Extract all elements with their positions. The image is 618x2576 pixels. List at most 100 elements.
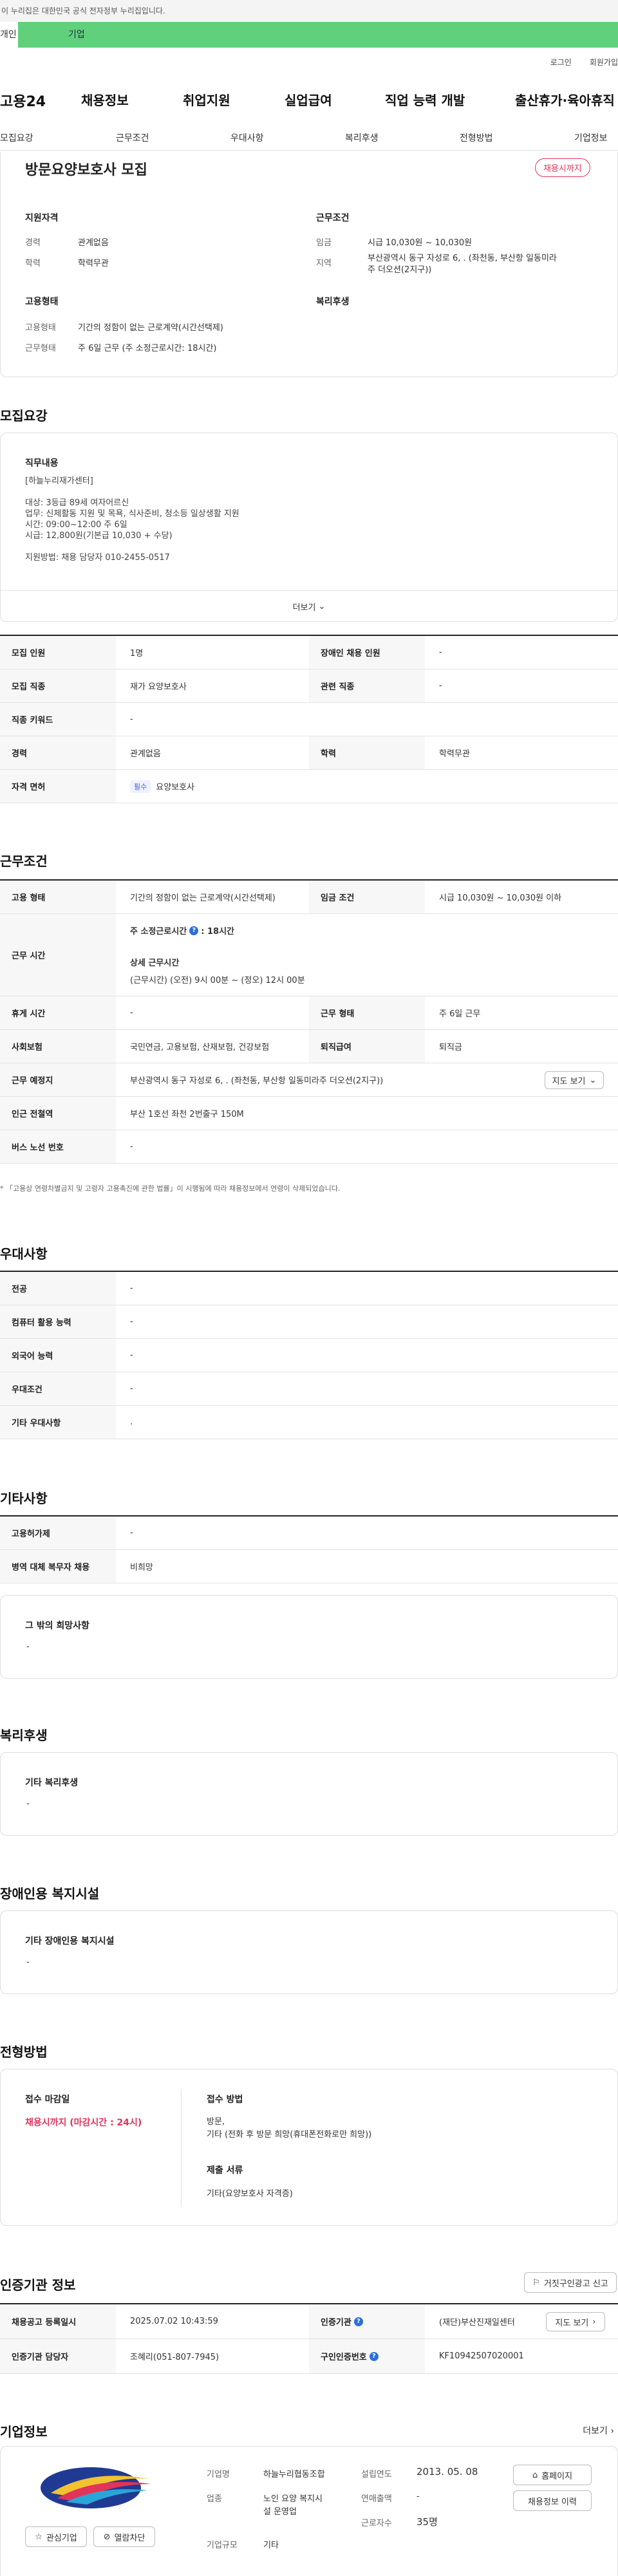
block-button[interactable]: ⊘ 열람차단 bbox=[93, 2526, 155, 2547]
emp-title: 고용형태 bbox=[25, 297, 59, 307]
snav-selection[interactable]: 전형방법 bbox=[460, 131, 493, 144]
th-career: 경력 bbox=[0, 736, 116, 769]
table-row: 고용 형태 기간의 정함이 없는 근로계약(시간선택제) 임금 조건 시급 10… bbox=[0, 881, 618, 914]
home-icon: ⌂ bbox=[532, 2470, 538, 2480]
td-pref-cond: - bbox=[130, 1384, 133, 1394]
snav-welfare[interactable]: 복리후생 bbox=[345, 131, 379, 144]
info-icon[interactable]: ? bbox=[369, 2351, 379, 2361]
td-emp: 기간의 정함이 없는 근로계약(시간선택제) bbox=[130, 893, 276, 903]
disabled-box-value: - bbox=[26, 1957, 30, 1967]
gnb-item-support[interactable]: 취업지원 bbox=[183, 90, 230, 109]
info-icon[interactable]: ? bbox=[353, 2317, 363, 2326]
td-severance: 퇴직금 bbox=[439, 1043, 462, 1052]
gnb-item-leave[interactable]: 출산휴가·육아휴직 bbox=[515, 90, 615, 109]
duty-line: 대상: 3등급 89세 여자어르신 bbox=[25, 498, 129, 508]
career-label: 경력 bbox=[25, 238, 41, 248]
report-button[interactable]: ⚐ 거짓구인광고 신고 bbox=[524, 2272, 617, 2293]
welfare-title: 복리후생 bbox=[316, 297, 350, 307]
divider bbox=[181, 2089, 182, 2207]
chevron-right-icon: › bbox=[592, 2317, 596, 2327]
disabled-box-title: 기타 장애인용 복지시설 bbox=[25, 1936, 115, 1946]
gnb-item-jobs[interactable]: 채용정보 bbox=[81, 90, 129, 109]
duty-line: [하늘누리재가센터] bbox=[25, 476, 93, 486]
detail-label: 상세 근무시간 bbox=[130, 958, 180, 968]
login-link[interactable]: 로그인 bbox=[550, 58, 572, 67]
duty-card: 직무내용 [하늘누리재가센터] 대상: 3등급 89세 여자어르신 업무: 신체… bbox=[0, 433, 618, 622]
section-nav: 모집요강 근무조건 우대사항 복리후생 전형방법 기업정보 bbox=[0, 126, 618, 151]
duty-line: 지원방법: 채용 담당자 010-2455-0517 bbox=[25, 553, 170, 563]
gnb-item-benefit[interactable]: 실업급여 bbox=[285, 90, 332, 109]
info-icon[interactable]: ? bbox=[189, 926, 199, 935]
org-label: 인증기관 bbox=[321, 2318, 351, 2328]
wage-value: 시급 10,030원 ~ 10,030원 bbox=[368, 238, 473, 248]
gnb-item-training[interactable]: 직업 능력 개발 bbox=[385, 90, 465, 109]
td-language: - bbox=[130, 1350, 133, 1360]
th-org: 인증기관? bbox=[309, 2304, 425, 2338]
favorite-button[interactable]: ☆ 관심기업 bbox=[25, 2526, 87, 2547]
num-label: 구인인증번호 bbox=[321, 2353, 367, 2362]
td-permit: - bbox=[130, 1528, 133, 1538]
method-title: 접수 방법 bbox=[207, 2095, 243, 2105]
td-worktype: 주 6일 근무 bbox=[439, 1009, 481, 1019]
job-history-button[interactable]: 채용정보 이력 bbox=[513, 2490, 592, 2511]
th-reg: 채용공고 등록일시 bbox=[0, 2304, 116, 2338]
company-name-label: 기업명 bbox=[207, 2470, 230, 2479]
th-major: 전공 bbox=[0, 1272, 116, 1305]
th-worktype: 근무 형태 bbox=[309, 996, 425, 1029]
table-row: 버스 노선 번호 - bbox=[0, 1130, 618, 1164]
snav-conditions[interactable]: 근무조건 bbox=[116, 131, 149, 144]
table-row: 휴게 시간 - 근무 형태 주 6일 근무 bbox=[0, 996, 618, 1030]
th-insurance: 사회보험 bbox=[0, 1030, 116, 1063]
agency-table: 채용공고 등록일시 2025.07.02 10:43:59 인증기관? (재단)… bbox=[0, 2303, 618, 2374]
tab-personal[interactable]: 개인 bbox=[0, 22, 18, 48]
th-pref-etc: 기타 우대사항 bbox=[0, 1406, 116, 1439]
td-keyword: - bbox=[130, 714, 133, 724]
td-subway: 부산 1호선 좌천 2번출구 150M bbox=[130, 1110, 244, 1119]
table-row: 컴퓨터 활용 능력 - bbox=[0, 1305, 618, 1339]
edu-label: 학력 bbox=[25, 259, 41, 268]
recruit-section-title: 모집요강 bbox=[0, 408, 48, 424]
homepage-label: 홈페이지 bbox=[541, 2471, 573, 2481]
table-row: 채용공고 등록일시 2025.07.02 10:43:59 인증기관? (재단)… bbox=[0, 2304, 618, 2339]
agency-map-button[interactable]: 지도 보기 › bbox=[546, 2312, 605, 2331]
more-button[interactable]: 더보기 ⌄ bbox=[1, 590, 617, 622]
job-title: 방문요양보호사 모집 bbox=[25, 162, 147, 178]
disabled-box: 기타 장애인용 복지시설 - bbox=[0, 1910, 618, 1994]
welfare-box-title: 기타 복리후생 bbox=[25, 1778, 79, 1788]
homepage-button[interactable]: ⌂ 홈페이지 bbox=[513, 2465, 592, 2485]
preference-section-title: 우대사항 bbox=[0, 1246, 48, 1262]
site-logo[interactable]: 고용24 bbox=[0, 90, 46, 111]
company-industry-label: 업종 bbox=[207, 2494, 222, 2504]
snav-recruit[interactable]: 모집요강 bbox=[0, 131, 33, 144]
tab-company[interactable]: 기업 bbox=[68, 22, 85, 48]
agency-section-title: 인증기관 정보 bbox=[0, 2277, 76, 2293]
snav-company[interactable]: 기업정보 bbox=[574, 131, 608, 144]
map-label: 지도 보기 bbox=[552, 1076, 586, 1087]
map-button[interactable]: 지도 보기 ⌄ bbox=[545, 1071, 604, 1089]
td-license: 필수 요양보호사 bbox=[116, 770, 618, 803]
table-row: 근무 시간 주 소정근로시간 ? : 18시간 상세 근무시간 (근무시간) (… bbox=[0, 914, 618, 996]
td-edu: 학력무관 bbox=[439, 749, 470, 759]
company-more-link[interactable]: 더보기 › bbox=[583, 2424, 614, 2437]
disabled-section-title: 장애인용 복지시설 bbox=[0, 1886, 100, 1901]
detail-value: (근무시간) (오전) 9시 00분 ~ (정오) 12시 00분 bbox=[130, 976, 305, 985]
th-keyword: 직종 키워드 bbox=[0, 703, 116, 736]
duty-title: 직무내용 bbox=[25, 458, 59, 469]
td-headcount: 1명 bbox=[130, 649, 144, 658]
place-value: 부산광역시 동구 자성로 6, . (좌천동, 부산항 일동미라주 더오션(2지… bbox=[130, 1076, 384, 1086]
table-row: 인증기관 담당자 조혜리(051-807-7945) 구인인증번호? KF109… bbox=[0, 2339, 618, 2374]
company-industry-value-1: 노인 요양 복지시 bbox=[263, 2494, 323, 2504]
license-value: 요양보호사 bbox=[156, 783, 195, 792]
loc-value-1: 부산광역시 동구 자성로 6, . (좌천동, 부산항 일동미라 bbox=[368, 254, 557, 263]
emp-type-value: 기간의 정함이 없는 근로계약(시간선택제) bbox=[78, 323, 223, 333]
snav-preference[interactable]: 우대사항 bbox=[230, 131, 264, 144]
company-section-title: 기업정보 bbox=[0, 2424, 48, 2440]
th-license: 자격 면허 bbox=[0, 770, 116, 803]
preference-table: 전공 - 컴퓨터 활용 능력 - 외국어 능력 - 우대조건 - 기타 우대사항. bbox=[0, 1271, 618, 1439]
th-pref-cond: 우대조건 bbox=[0, 1372, 116, 1405]
gov-banner: 이 누리집은 대한민국 공식 전자정부 누리집입니다. bbox=[0, 0, 618, 22]
td-wage: 시급 10,030원 ~ 10,030원 이하 bbox=[439, 893, 562, 903]
method-value-1: 방문, bbox=[207, 2117, 225, 2127]
join-link[interactable]: 회원가입 bbox=[590, 58, 618, 67]
company-name-value: 하늘누리협동조합 bbox=[263, 2470, 325, 2479]
